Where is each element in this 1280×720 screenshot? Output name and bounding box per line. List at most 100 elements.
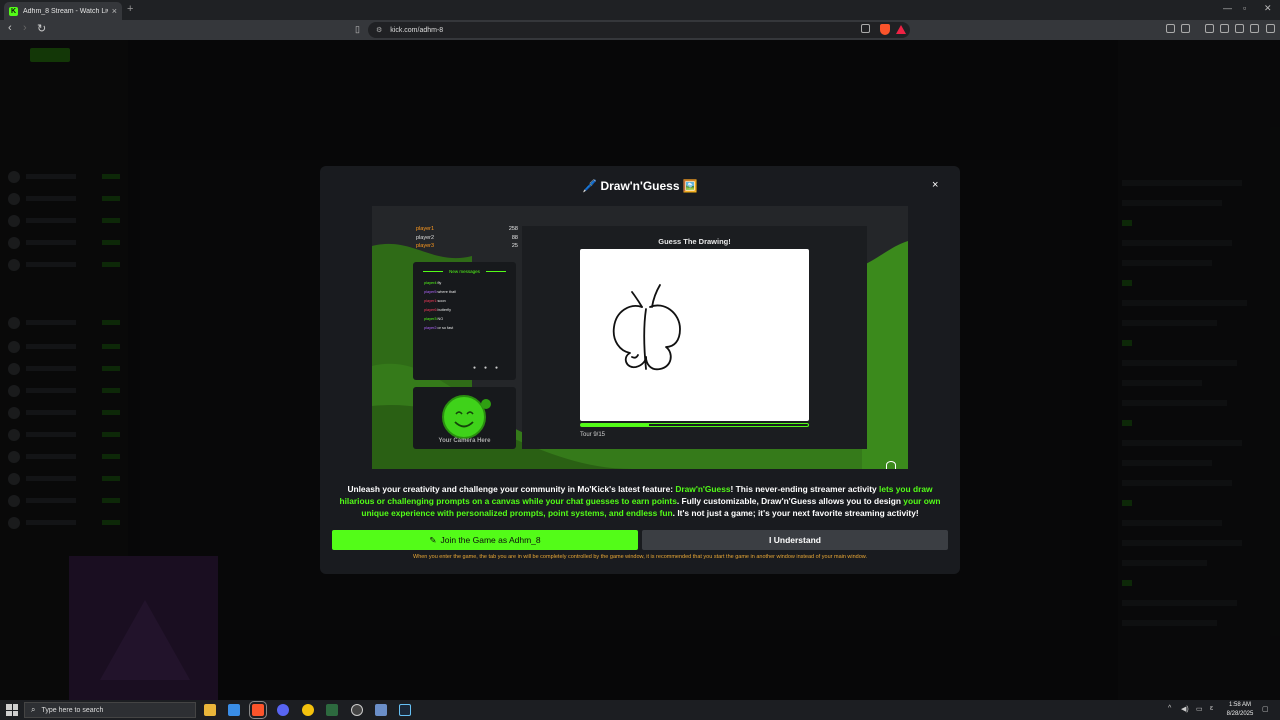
clock-date: 8/28/2025 xyxy=(1226,710,1254,717)
tour-label: Tour 9/15 xyxy=(580,432,606,438)
join-game-label: Join the Game as Adhm_8 xyxy=(440,535,541,545)
chat-messages-panel: New messages player4:fly player5:where t… xyxy=(413,262,516,380)
list-item: player6:butterfly xyxy=(424,306,456,315)
url-text: kick.com/adhm-8 xyxy=(390,26,444,34)
msg-text: fly xyxy=(437,281,442,285)
taskbar-search[interactable]: ⌕ Type here to search xyxy=(24,702,196,718)
maximize-icon[interactable]: ▫ xyxy=(1243,3,1246,13)
round-progress-fill xyxy=(581,424,650,426)
msg-text: where that! xyxy=(437,290,457,294)
modal-close-icon[interactable]: × xyxy=(932,179,938,191)
network-icon[interactable]: ▭ xyxy=(1196,705,1203,713)
drawing-area: Guess The Drawing! Tour 9/15 xyxy=(522,226,867,449)
clock-time: 1:58 AM xyxy=(1228,702,1251,708)
search-icon: ⌕ xyxy=(31,705,36,714)
msg-user: player3: xyxy=(424,317,438,321)
guess-title: Guess The Drawing! xyxy=(658,237,731,246)
msg-text: butterfly xyxy=(437,308,452,312)
remote-icon[interactable] xyxy=(375,704,387,716)
brave-shield-icon[interactable] xyxy=(880,24,890,35)
new-tab-button[interactable]: + xyxy=(127,3,133,15)
desc-text: . Fully customizable, Draw'n'Guess allow… xyxy=(676,496,904,506)
scoreboard: player1 258 player2 88 player3 25 xyxy=(416,226,518,258)
browser-toolbar: ‹ › ↻ ▯ ⚙ kick.com/adhm-8 xyxy=(0,20,1280,40)
windows-start-icon[interactable] xyxy=(6,704,18,716)
score-row: player2 88 xyxy=(416,235,518,244)
desc-text: Unleash your creativity and challenge yo… xyxy=(347,484,676,494)
taskbar-clock[interactable]: 1:58 AM 8/28/2025 xyxy=(1222,701,1258,718)
brave-rewards-icon[interactable] xyxy=(896,25,906,34)
menu-icon[interactable] xyxy=(1266,24,1275,33)
i-understand-button[interactable]: I Understand xyxy=(642,530,948,550)
camera-panel: Your Camera Here xyxy=(413,387,516,449)
drawing-canvas xyxy=(580,249,809,421)
msg-user: player6: xyxy=(424,308,438,312)
score-player-name: player3 xyxy=(416,243,435,249)
warning-text: When you enter the game, the tab you are… xyxy=(413,554,867,560)
bookmark-icon[interactable]: ▯ xyxy=(355,24,360,35)
list-item: player5:where that! xyxy=(424,288,456,297)
camera-label: Your Camera Here xyxy=(438,438,491,444)
score-value: 258 xyxy=(508,226,518,232)
volume-icon[interactable]: ◀) xyxy=(1181,705,1189,713)
cursor-icon xyxy=(886,461,896,469)
game-preview: player1 258 player2 88 player3 25 New me… xyxy=(372,206,908,469)
reader-icon[interactable] xyxy=(1181,24,1190,33)
drawnguess-modal: 🖊️ Draw'n'Guess 🖼️ × player1 258 player2… xyxy=(320,166,960,574)
file-explorer-icon[interactable] xyxy=(204,704,216,716)
sidebar-icon[interactable] xyxy=(1205,24,1214,33)
desc-text: . It's not just a game; it's your next f… xyxy=(672,508,919,518)
window-close-icon[interactable]: ✕ xyxy=(1264,3,1272,14)
browser-tabstrip: K Adhm_8 Stream - Watch Live on Kick × +… xyxy=(0,0,1280,20)
forward-icon[interactable]: › xyxy=(23,22,27,34)
app-icon[interactable] xyxy=(302,704,314,716)
list-item: player4:fly xyxy=(424,279,456,288)
desc-text: ! This never-ending streamer activity xyxy=(730,484,880,494)
desc-highlight: Draw'n'Guess xyxy=(675,484,731,494)
score-value: 88 xyxy=(511,234,518,241)
discord-icon[interactable] xyxy=(277,704,289,716)
browser-tab-active[interactable]: K Adhm_8 Stream - Watch Live on Kick × xyxy=(4,2,122,20)
store-icon[interactable] xyxy=(228,704,240,716)
extension-icon[interactable] xyxy=(1166,24,1175,33)
share-icon[interactable] xyxy=(861,24,870,33)
msg-user: player1: xyxy=(424,299,438,303)
kick-favicon-icon: K xyxy=(9,6,18,16)
language-icon[interactable]: ε xyxy=(1210,705,1213,712)
obs-icon[interactable] xyxy=(351,704,363,716)
wallet-icon[interactable] xyxy=(1220,24,1229,33)
msg-text: soon xyxy=(437,299,446,303)
minimize-icon[interactable]: — xyxy=(1223,3,1232,13)
vpn-icon[interactable] xyxy=(1250,24,1259,33)
brave-browser-icon[interactable] xyxy=(249,701,267,719)
score-player-name: player1 xyxy=(416,226,435,232)
search-placeholder: Type here to search xyxy=(41,706,104,714)
notifications-icon[interactable]: ▢ xyxy=(1262,705,1269,713)
windows-taskbar: ⌕ Type here to search ^ ◀) ▭ ε 1:58 AM 8… xyxy=(0,700,1280,720)
msg-text: NO xyxy=(437,317,444,321)
round-progress-bar xyxy=(580,423,809,427)
tab-title: Adhm_8 Stream - Watch Live on Kick xyxy=(23,7,108,15)
leo-icon[interactable] xyxy=(1235,24,1244,33)
list-item: player1:soon xyxy=(424,297,456,306)
excel-icon[interactable] xyxy=(326,704,338,716)
tab-close-icon[interactable]: × xyxy=(112,6,117,16)
tool-dots-icon: ●●● xyxy=(473,365,507,371)
steam-icon[interactable] xyxy=(399,704,411,716)
site-info-icon[interactable]: ⚙ xyxy=(376,26,382,34)
message-list: player4:fly player5:where that! player1:… xyxy=(424,279,456,333)
join-game-button[interactable]: ✎ Join the Game as Adhm_8 xyxy=(332,530,638,550)
butterfly-drawing-icon xyxy=(612,284,681,371)
address-bar[interactable]: ⚙ kick.com/adhm-8 xyxy=(368,22,910,38)
score-row: player3 25 xyxy=(416,243,518,252)
reload-icon[interactable]: ↻ xyxy=(37,22,46,35)
msg-user: player2: xyxy=(424,326,438,330)
score-player-name: player2 xyxy=(416,234,435,241)
back-icon[interactable]: ‹ xyxy=(8,22,12,34)
tray-chevron-icon[interactable]: ^ xyxy=(1168,705,1171,712)
list-item: player2:or so fast xyxy=(424,324,456,333)
pencil-icon: ✎ xyxy=(429,534,437,545)
msg-text: or so fast xyxy=(437,326,454,330)
msg-user: player5: xyxy=(424,290,438,294)
msg-user: player4: xyxy=(424,281,438,285)
